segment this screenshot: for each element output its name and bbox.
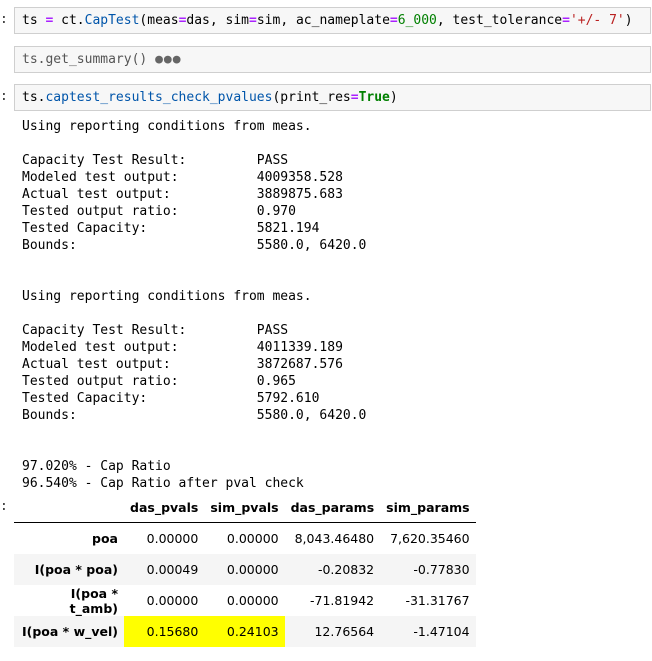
table-cell: 0.00049: [146, 562, 199, 577]
row-label: poa: [92, 531, 118, 546]
row-label: I(poa * t_amb): [69, 585, 118, 616]
code-cell-captest[interactable]: ts = ct.CapTest(meas=das, sim=sim, ac_na…: [14, 7, 651, 34]
table-cell: -31.31767: [405, 593, 470, 608]
row-label: I(poa * poa): [34, 562, 118, 577]
row-label: I(poa * w_vel): [22, 624, 118, 639]
code-token: ts.get_summary(): [22, 52, 148, 67]
code-token: ac_nameplate: [295, 13, 390, 28]
code-token: sim: [256, 13, 281, 28]
index-header: [14, 493, 124, 523]
code-token: True: [358, 90, 390, 105]
cell-prompt: :: [0, 12, 8, 27]
column-header: das_params: [284, 493, 381, 523]
table-row: I(poa * poa) 0.00049 0.00000 -0.20832 -0…: [14, 554, 476, 585]
cell-output-text: Using reporting conditions from meas. Ca…: [22, 119, 367, 491]
table-row: poa 0.00000 0.00000 8,043.46480 7,620.35…: [14, 523, 476, 555]
code-token: '+/- 7': [569, 13, 625, 28]
code-cell-summary[interactable]: ts.get_summary() ●●●: [14, 46, 651, 73]
code-token: print_res: [280, 90, 351, 105]
table-cell: 0.00000: [226, 562, 279, 577]
table-header-row: das_pvals sim_pvals das_params sim_param…: [14, 493, 476, 523]
code-token: =: [45, 13, 54, 28]
table-cell: 0.00000: [226, 593, 279, 608]
code-token: ts: [22, 90, 38, 105]
column-header: sim_pvals: [204, 493, 285, 523]
table-cell: 0.00000: [226, 531, 279, 546]
table-cell: 7,620.35460: [390, 531, 470, 546]
table-cell: -1.47104: [413, 624, 470, 639]
table-cell: 8,043.46480: [294, 531, 375, 546]
column-header: sim_params: [380, 493, 476, 523]
collapsed-output-ellipsis-icon[interactable]: ●●●: [155, 52, 181, 67]
output-prompt: :: [0, 499, 8, 514]
code-token: test_tolerance: [452, 13, 563, 28]
code-cell-check-pvalues[interactable]: ts.captest_results_check_pvalues(print_r…: [14, 84, 651, 111]
code-token: ct: [61, 13, 77, 28]
code-token: captest_results_check_pvalues: [45, 90, 273, 105]
table-cell: -71.81942: [309, 593, 375, 608]
column-header: das_pvals: [124, 493, 205, 523]
highlighted-cell: 0.15680: [124, 616, 205, 647]
table-cell: 0.00000: [146, 593, 199, 608]
results-dataframe: das_pvals sim_pvals das_params sim_param…: [14, 493, 476, 647]
code-token: ts: [22, 13, 38, 28]
code-token: das: [186, 13, 210, 28]
table-cell: 0.00000: [146, 531, 199, 546]
code-token: sim: [225, 13, 250, 28]
table-cell: 12.76564: [314, 624, 375, 639]
table-cell: -0.20832: [317, 562, 375, 577]
table-row: I(poa * t_amb) 0.00000 0.00000 -71.81942…: [14, 585, 476, 616]
cell-prompt: :: [0, 89, 8, 104]
table-cell: -0.77830: [413, 562, 470, 577]
table-row: I(poa * w_vel) 0.15680 0.24103 12.76564 …: [14, 616, 476, 647]
code-token: 6_000: [397, 13, 437, 28]
code-token: CapTest: [84, 13, 140, 28]
code-token: meas: [147, 13, 179, 28]
highlighted-cell: 0.24103: [204, 616, 285, 647]
